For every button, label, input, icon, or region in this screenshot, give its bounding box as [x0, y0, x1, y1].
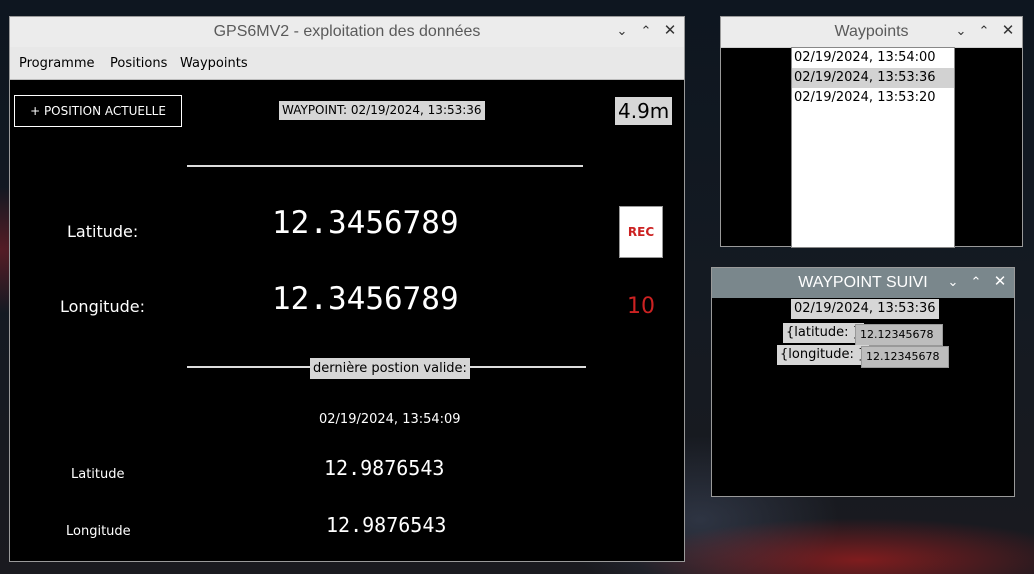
followed-latitude-value: 12.12345678: [855, 324, 943, 346]
window-title: GPS6MV2 - exploitation des données: [213, 23, 481, 40]
latitude-value: 12.3456789: [272, 205, 459, 241]
menu-bar: Programme Positions Waypoints: [10, 47, 684, 80]
rec-button[interactable]: REC: [619, 206, 663, 258]
latitude-label: Latitude:: [67, 222, 139, 241]
last-latitude-label: Latitude: [71, 467, 125, 482]
last-latitude-value: 12.9876543: [324, 456, 445, 480]
chevron-up-icon[interactable]: ⌃: [966, 272, 986, 292]
last-longitude-value: 12.9876543: [326, 513, 447, 537]
close-icon[interactable]: ✕: [660, 21, 680, 41]
menu-positions[interactable]: Positions: [110, 56, 167, 71]
list-item[interactable]: 02/19/2024, 13:54:00: [792, 48, 954, 68]
satellite-count: 10: [627, 294, 655, 319]
followed-waypoint-window: WAYPOINT SUIVI ⌄ ⌃ ✕ 02/19/2024, 13:53:3…: [711, 267, 1015, 497]
followed-latitude-label: {latitude: }: [783, 323, 864, 343]
accuracy-value: 4.9m: [615, 97, 673, 125]
last-valid-time: 02/19/2024, 13:54:09: [319, 412, 461, 427]
longitude-value: 12.3456789: [272, 281, 459, 317]
chevron-up-icon[interactable]: ⌃: [974, 21, 994, 41]
list-item[interactable]: 02/19/2024, 13:53:20: [792, 88, 954, 108]
waypoints-window: Waypoints ⌄ ⌃ ✕ 02/19/2024, 13:54:00 02/…: [720, 16, 1023, 248]
last-valid-label: dernière postion valide:: [310, 358, 470, 379]
close-icon[interactable]: ✕: [998, 21, 1018, 41]
chevron-down-icon[interactable]: ⌄: [943, 272, 963, 292]
main-window-titlebar[interactable]: GPS6MV2 - exploitation des données ⌄ ⌃ ✕: [10, 17, 684, 48]
followed-longitude-value: 12.12345678: [861, 346, 949, 368]
last-longitude-label: Longitude: [66, 524, 131, 539]
waypoints-list[interactable]: 02/19/2024, 13:54:00 02/19/2024, 13:53:3…: [791, 47, 955, 248]
close-icon[interactable]: ✕: [990, 272, 1010, 292]
followed-longitude-label: {longitude: }: [777, 345, 870, 365]
add-position-button[interactable]: + POSITION ACTUELLE: [14, 95, 182, 127]
waypoint-label: WAYPOINT: 02/19/2024, 13:53:36: [279, 101, 485, 120]
main-window: GPS6MV2 - exploitation des données ⌄ ⌃ ✕…: [9, 16, 685, 562]
chevron-down-icon[interactable]: ⌄: [612, 21, 632, 41]
menu-waypoints[interactable]: Waypoints: [180, 56, 248, 71]
waypoints-titlebar[interactable]: Waypoints ⌄ ⌃ ✕: [721, 17, 1022, 48]
list-item[interactable]: 02/19/2024, 13:53:36: [792, 68, 954, 88]
menu-programme[interactable]: Programme: [19, 56, 95, 71]
longitude-label: Longitude:: [60, 297, 145, 316]
followed-time: 02/19/2024, 13:53:36: [791, 299, 939, 319]
divider-top: [187, 165, 583, 167]
chevron-up-icon[interactable]: ⌃: [636, 21, 656, 41]
followed-titlebar[interactable]: WAYPOINT SUIVI ⌄ ⌃ ✕: [712, 268, 1014, 298]
chevron-down-icon[interactable]: ⌄: [951, 21, 971, 41]
